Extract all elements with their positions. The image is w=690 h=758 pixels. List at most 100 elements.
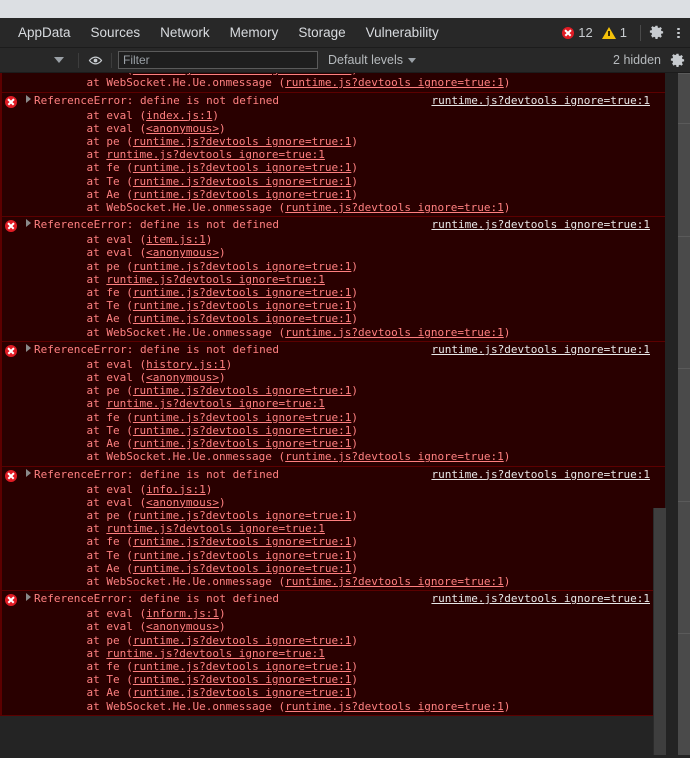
stack-trace-line[interactable]: at fe (runtime.js?devtools ignore=true:1… — [0, 411, 678, 424]
stack-trace-line[interactable]: at eval (item.js:1) — [0, 233, 678, 246]
stack-trace-line[interactable]: at Ae (runtime.js?devtools ignore=true:1… — [0, 437, 678, 450]
expand-toggle[interactable] — [22, 218, 34, 228]
source-location-link[interactable]: runtime.js?devtools ignore=true:1 — [106, 273, 325, 286]
stack-trace-line[interactable]: at Ae (runtime.js?devtools ignore=true:1… — [0, 686, 678, 699]
expand-toggle[interactable] — [22, 94, 34, 103]
stack-trace-line[interactable]: at Te (runtime.js?devtools ignore=true:1… — [0, 299, 678, 312]
source-location-link[interactable]: runtime.js?devtools ignore=true:1 — [133, 660, 352, 673]
expand-toggle[interactable] — [22, 592, 34, 602]
console-message[interactable]: ReferenceError: define is not definedrun… — [0, 465, 678, 592]
log-level-dropdown[interactable]: Default levels — [328, 53, 417, 67]
source-location-link[interactable]: runtime.js?devtools ignore=true:1 — [285, 201, 504, 214]
source-location-link[interactable]: inform.js:1 — [146, 607, 219, 620]
stack-trace-line[interactable]: at eval (<anonymous>) — [0, 246, 678, 259]
source-location-link[interactable]: runtime.js?devtools ignore=true:1 — [133, 299, 352, 312]
source-location-link[interactable]: runtime.js?devtools ignore=true:1 — [285, 326, 504, 339]
console-message-source-link[interactable]: runtime.js?devtools ignore=true:1 — [431, 218, 678, 232]
source-location-link[interactable]: runtime.js?devtools ignore=true:1 — [133, 562, 352, 575]
stack-trace-line[interactable]: at Ae (runtime.js?devtools ignore=true:1… — [0, 562, 678, 575]
stack-trace-line[interactable]: at WebSocket.He.Ue.onmessage (runtime.js… — [0, 575, 678, 588]
source-location-link[interactable]: runtime.js?devtools ignore=true:1 — [106, 148, 325, 161]
console-message[interactable]: ReferenceError: define is not definedrun… — [0, 216, 678, 342]
filter-input[interactable] — [118, 51, 318, 69]
source-location-link[interactable]: runtime.js?devtools ignore=true:1 — [133, 188, 352, 201]
stack-trace-line[interactable]: at pe (runtime.js?devtools ignore=true:1… — [0, 260, 678, 273]
source-location-link[interactable]: <anonymous> — [146, 122, 219, 135]
gear-icon[interactable] — [648, 25, 664, 41]
source-location-link[interactable]: runtime.js?devtools ignore=true:1 — [106, 397, 325, 410]
stack-trace-line[interactable]: at runtime.js?devtools ignore=true:1 — [0, 273, 678, 286]
source-location-link[interactable]: runtime.js?devtools ignore=true:1 — [133, 686, 352, 699]
gear-icon[interactable] — [669, 52, 685, 68]
stack-trace-line[interactable]: at pe (runtime.js?devtools ignore=true:1… — [0, 135, 678, 148]
stack-trace-line[interactable]: at Ae (runtime.js?devtools ignore=true:1… — [0, 188, 678, 201]
console-message[interactable]: ReferenceError: define is not definedrun… — [0, 73, 678, 93]
kebab-menu-icon[interactable] — [670, 25, 686, 41]
stack-trace-line[interactable]: at WebSocket.He.Ue.onmessage (runtime.js… — [0, 326, 678, 339]
issue-counts[interactable]: 12 1 — [562, 26, 633, 39]
stack-trace-line[interactable]: at pe (runtime.js?devtools ignore=true:1… — [0, 634, 678, 647]
source-location-link[interactable]: history.js:1 — [146, 358, 225, 371]
console-scrollbar-track[interactable] — [653, 73, 678, 755]
source-location-link[interactable]: info.js:1 — [146, 483, 206, 496]
source-location-link[interactable]: item.js:1 — [146, 233, 206, 246]
source-location-link[interactable]: runtime.js?devtools ignore=true:1 — [133, 437, 352, 450]
stack-trace-line[interactable]: at Te (runtime.js?devtools ignore=true:1… — [0, 673, 678, 686]
stack-trace-line[interactable]: at pe (runtime.js?devtools ignore=true:1… — [0, 509, 678, 522]
stack-trace-line[interactable]: at fe (runtime.js?devtools ignore=true:1… — [0, 286, 678, 299]
console-message-source-link[interactable]: runtime.js?devtools ignore=true:1 — [431, 94, 678, 108]
source-location-link[interactable]: runtime.js?devtools ignore=true:1 — [133, 673, 352, 686]
stack-trace-line[interactable]: at Te (runtime.js?devtools ignore=true:1… — [0, 175, 678, 188]
stack-trace-line[interactable]: at eval (index.js:1) — [0, 109, 678, 122]
console-scrollbar-thumb[interactable] — [653, 508, 666, 755]
stack-trace-line[interactable]: at WebSocket.He.Ue.onmessage (runtime.js… — [0, 700, 678, 713]
tab-appdata[interactable]: AppData — [8, 18, 81, 48]
source-location-link[interactable]: runtime.js?devtools ignore=true:1 — [133, 634, 352, 647]
source-location-link[interactable]: runtime.js?devtools ignore=true:1 — [285, 76, 504, 89]
source-location-link[interactable]: runtime.js?devtools ignore=true:1 — [133, 175, 352, 188]
stack-trace-line[interactable]: at eval (history.js:1) — [0, 358, 678, 371]
stack-trace-line[interactable]: at eval (inform.js:1) — [0, 607, 678, 620]
console-message-source-link[interactable]: runtime.js?devtools ignore=true:1 — [431, 343, 678, 357]
stack-trace-line[interactable]: at WebSocket.He.Ue.onmessage (runtime.js… — [0, 201, 678, 214]
stack-trace-line[interactable]: at runtime.js?devtools ignore=true:1 — [0, 148, 678, 161]
stack-trace-line[interactable]: at eval (<anonymous>) — [0, 496, 678, 509]
source-location-link[interactable]: runtime.js?devtools ignore=true:1 — [133, 411, 352, 424]
source-location-link[interactable]: runtime.js?devtools ignore=true:1 — [133, 535, 352, 548]
source-location-link[interactable]: runtime.js?devtools ignore=true:1 — [285, 450, 504, 463]
stack-trace-line[interactable]: at eval (<anonymous>) — [0, 620, 678, 633]
source-location-link[interactable]: runtime.js?devtools ignore=true:1 — [133, 509, 352, 522]
stack-trace-line[interactable]: at WebSocket.He.Ue.onmessage (runtime.js… — [0, 450, 678, 463]
stack-trace-line[interactable]: at runtime.js?devtools ignore=true:1 — [0, 397, 678, 410]
stack-trace-line[interactable]: at runtime.js?devtools ignore=true:1 — [0, 647, 678, 660]
error-overview-gutter[interactable] — [678, 73, 690, 755]
source-location-link[interactable]: runtime.js?devtools ignore=true:1 — [133, 384, 352, 397]
tab-storage[interactable]: Storage — [288, 18, 355, 48]
expand-toggle[interactable] — [22, 343, 34, 352]
stack-trace-line[interactable]: at pe (runtime.js?devtools ignore=true:1… — [0, 384, 678, 397]
stack-trace-line[interactable]: at fe (runtime.js?devtools ignore=true:1… — [0, 535, 678, 548]
source-location-link[interactable]: runtime.js?devtools ignore=true:1 — [133, 135, 352, 148]
stack-trace-line[interactable]: at WebSocket.He.Ue.onmessage (runtime.js… — [0, 76, 678, 89]
source-location-link[interactable]: runtime.js?devtools ignore=true:1 — [106, 647, 325, 660]
source-location-link[interactable]: runtime.js?devtools ignore=true:1 — [106, 522, 325, 535]
tab-sources[interactable]: Sources — [81, 18, 151, 48]
console-message[interactable]: ReferenceError: define is not definedrun… — [0, 340, 678, 467]
source-location-link[interactable]: runtime.js?devtools ignore=true:1 — [133, 286, 352, 299]
stack-trace-line[interactable]: at fe (runtime.js?devtools ignore=true:1… — [0, 161, 678, 174]
stack-trace-line[interactable]: at runtime.js?devtools ignore=true:1 — [0, 522, 678, 535]
source-location-link[interactable]: <anonymous> — [146, 371, 219, 384]
console-message-header[interactable]: ReferenceError: define is not defined run… — [0, 217, 678, 233]
console-message-list[interactable]: ReferenceError: define is not defined run… — [0, 73, 690, 755]
source-location-link[interactable]: index.js:1 — [146, 109, 212, 122]
source-location-link[interactable]: runtime.js?devtools ignore=true:1 — [133, 161, 352, 174]
expand-toggle[interactable] — [22, 468, 34, 477]
stack-trace-line[interactable]: at Te (runtime.js?devtools ignore=true:1… — [0, 424, 678, 437]
source-location-link[interactable]: runtime.js?devtools ignore=true:1 — [285, 575, 504, 588]
source-location-link[interactable]: runtime.js?devtools ignore=true:1 — [133, 549, 352, 562]
console-message-source-link[interactable]: runtime.js?devtools ignore=true:1 — [431, 468, 678, 482]
source-location-link[interactable]: runtime.js?devtools ignore=true:1 — [133, 260, 352, 273]
tab-network[interactable]: Network — [150, 18, 220, 48]
console-message[interactable]: ReferenceError: define is not definedrun… — [0, 91, 678, 218]
sidebar-toggle-button[interactable] — [0, 48, 72, 73]
